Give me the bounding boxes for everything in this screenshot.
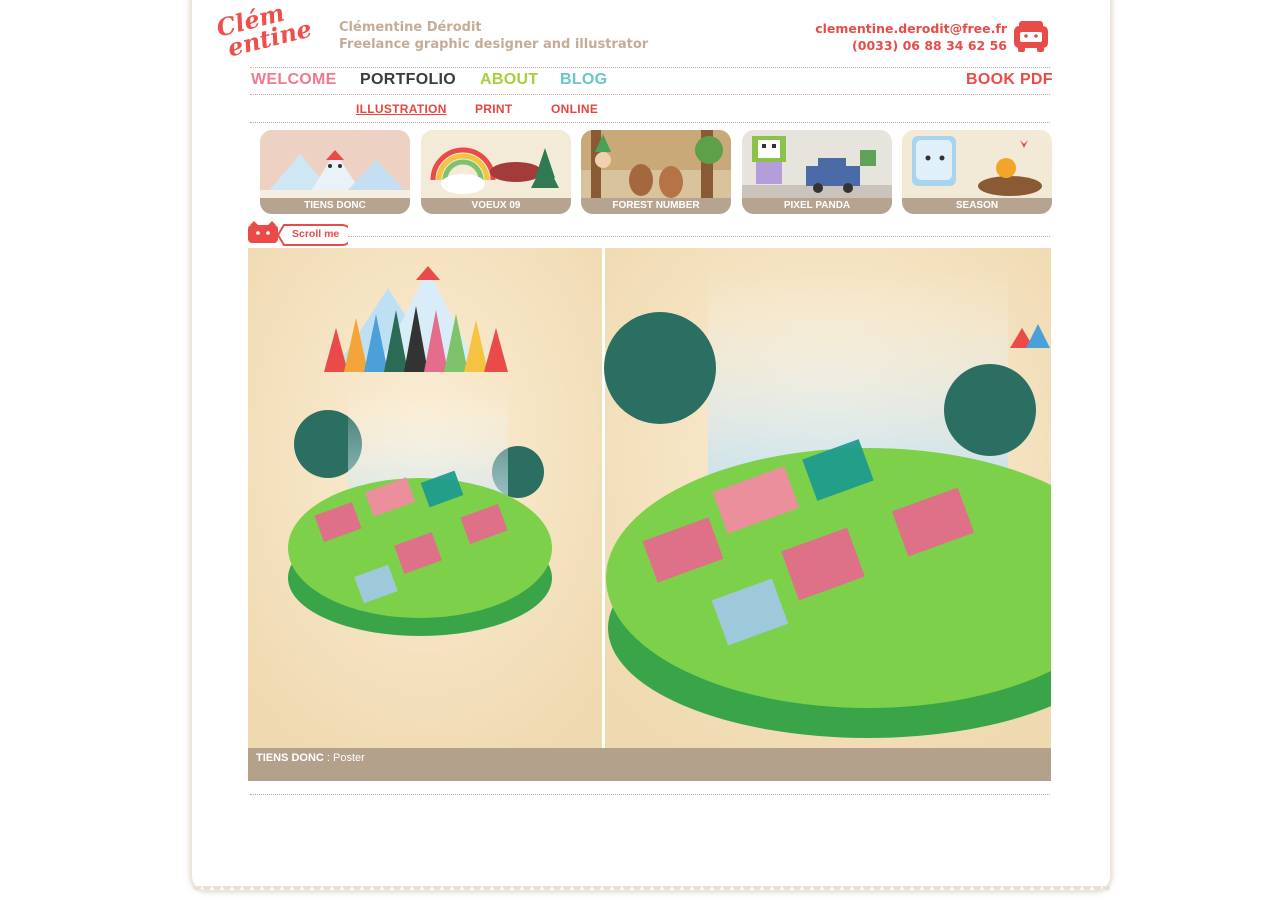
artwork-viewer[interactable] — [248, 248, 1051, 748]
thumbnail-voeux-09[interactable]: VOEUX 09 — [421, 130, 571, 214]
nav-blog[interactable]: BLOG — [560, 71, 607, 89]
subnav-illustration[interactable]: ILLUSTRATION — [356, 102, 447, 116]
divider — [250, 67, 1050, 68]
email-link[interactable]: clementine.derodit@free.fr — [815, 20, 1007, 37]
phone-number: (0033) 06 88 34 62 56 — [852, 38, 1007, 53]
subnav-print[interactable]: PRINT — [475, 102, 513, 116]
scroll-me-label: Scroll me — [292, 228, 340, 240]
mail-mascot-icon[interactable] — [1012, 20, 1050, 54]
tiens-donc-poster-image — [248, 248, 1051, 748]
site-title: Clémentine Dérodit Freelance graphic des… — [339, 19, 648, 53]
caption-title: TIENS DONC — [256, 752, 324, 764]
thumbnail-tiens-donc[interactable]: TIENS DONC — [260, 130, 410, 214]
divider — [348, 236, 1050, 237]
caption-bar — [248, 748, 1051, 781]
caption-type: Poster — [333, 752, 365, 764]
divider — [250, 794, 1050, 795]
thumbnail-forest-number[interactable]: FOREST NUMBER — [581, 130, 731, 214]
divider — [250, 122, 1050, 123]
thumbnail-season[interactable]: SEASON — [902, 130, 1052, 214]
designer-tagline: Freelance graphic designer and illustrat… — [339, 37, 649, 52]
nav-welcome[interactable]: WELCOME — [251, 71, 337, 89]
contact-info: clementine.derodit@free.fr (0033) 06 88 … — [815, 20, 1007, 54]
artwork-caption: TIENS DONC : Poster — [256, 752, 365, 764]
nav-portfolio[interactable]: PORTFOLIO — [360, 71, 456, 89]
thumb-label: VOEUX 09 — [421, 198, 571, 214]
thumb-label: SEASON — [902, 198, 1052, 214]
thumbnail-strip: TIENS DONC VOEUX 09 FOREST NUMBER PIXEL … — [260, 130, 1052, 214]
caption-separator: : — [323, 752, 334, 764]
divider — [250, 94, 1050, 95]
subnav-online[interactable]: ONLINE — [551, 102, 598, 116]
thumb-label: TIENS DONC — [260, 198, 410, 214]
thumb-label: PIXEL PANDA — [742, 198, 892, 214]
thumb-label: FOREST NUMBER — [581, 198, 731, 214]
nav-about[interactable]: ABOUT — [480, 71, 538, 89]
nav-book-pdf[interactable]: BOOK PDF — [966, 71, 1053, 89]
thumbnail-pixel-panda[interactable]: PIXEL PANDA — [742, 130, 892, 214]
designer-name: Clémentine Dérodit — [339, 20, 482, 35]
